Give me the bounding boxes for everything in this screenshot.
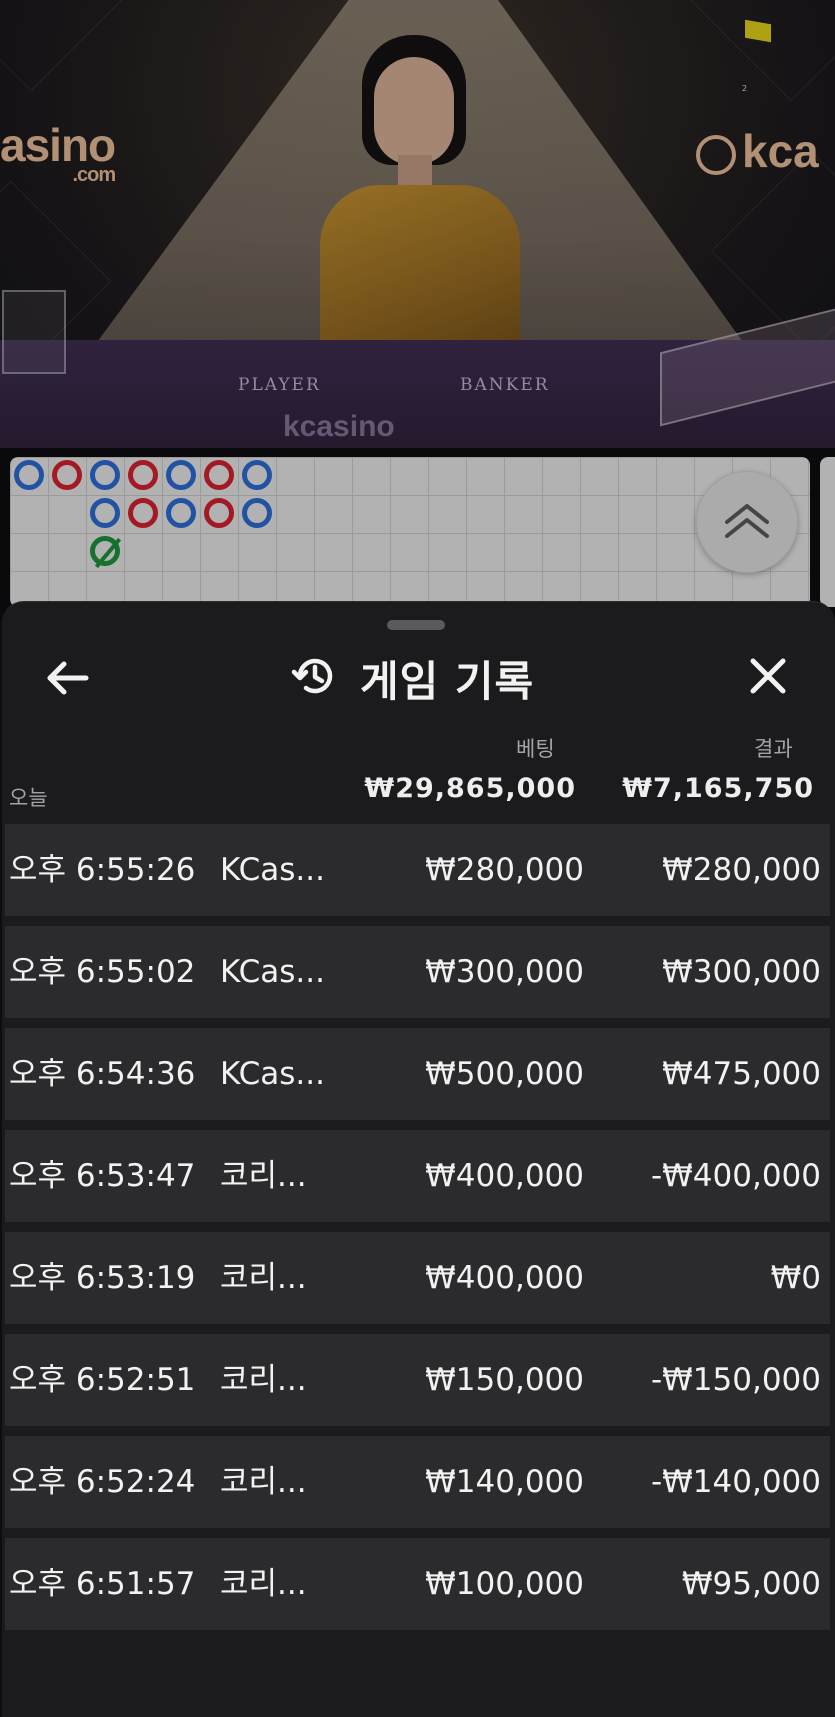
column-header-result: 결과: [754, 737, 793, 761]
row-result: -₩400,000: [650, 1158, 821, 1194]
row-time: 오후 6:55:26: [9, 852, 196, 888]
row-bet: ₩500,000: [425, 1056, 584, 1092]
row-bet: ₩300,000: [425, 954, 584, 990]
row-bet: ₩140,000: [425, 1464, 584, 1500]
backdrop-dim: [0, 0, 835, 620]
total-bet: ₩29,865,000: [364, 773, 576, 804]
history-row[interactable]: 오후 6:52:51 코리... ₩150,000 -₩150,000: [5, 1334, 830, 1426]
history-row[interactable]: 오후 6:53:47 코리... ₩400,000 -₩400,000: [5, 1130, 830, 1222]
date-group-label: 오늘: [9, 786, 48, 810]
row-result: ₩0: [770, 1260, 821, 1296]
close-icon: [748, 656, 788, 700]
row-bet: ₩400,000: [425, 1158, 584, 1194]
back-button[interactable]: [38, 650, 98, 710]
row-time: 오후 6:55:02: [9, 954, 196, 990]
history-icon: [290, 652, 338, 704]
history-row[interactable]: 오후 6:55:26 KCas... ₩280,000 ₩280,000: [5, 824, 830, 916]
row-result: ₩300,000: [662, 954, 821, 990]
row-result: -₩140,000: [650, 1464, 821, 1500]
row-game: KCas...: [220, 852, 325, 888]
row-bet: ₩150,000: [425, 1362, 584, 1398]
row-game: 코리...: [220, 1260, 307, 1296]
row-result: ₩475,000: [662, 1056, 821, 1092]
row-bet: ₩100,000: [425, 1566, 584, 1602]
close-button[interactable]: [738, 648, 798, 708]
row-game: KCas...: [220, 954, 325, 990]
sheet-title: 게임 기록: [360, 656, 535, 706]
row-time: 오후 6:53:47: [9, 1158, 196, 1194]
row-game: 코리...: [220, 1464, 307, 1500]
row-result: ₩95,000: [681, 1566, 821, 1602]
total-result: ₩7,165,750: [622, 773, 814, 804]
column-header-bet: 베팅: [516, 737, 555, 761]
row-game: 코리...: [220, 1158, 307, 1194]
row-time: 오후 6:53:19: [9, 1260, 196, 1296]
row-time: 오후 6:51:57: [9, 1566, 196, 1602]
history-row[interactable]: 오후 6:52:24 코리... ₩140,000 -₩140,000: [5, 1436, 830, 1528]
row-result: ₩280,000: [662, 852, 821, 888]
history-row[interactable]: 오후 6:54:36 KCas... ₩500,000 ₩475,000: [5, 1028, 830, 1120]
history-row[interactable]: 오후 6:55:02 KCas... ₩300,000 ₩300,000: [5, 926, 830, 1018]
game-history-screen: asino .com kca 2 PLAYER BANKER kcasino 게…: [0, 0, 835, 1717]
row-bet: ₩280,000: [425, 852, 584, 888]
row-game: 코리...: [220, 1362, 307, 1398]
sheet-drag-handle[interactable]: [387, 620, 445, 630]
row-time: 오후 6:52:51: [9, 1362, 196, 1398]
arrow-left-icon: [46, 660, 90, 700]
row-time: 오후 6:52:24: [9, 1464, 196, 1500]
row-result: -₩150,000: [650, 1362, 821, 1398]
row-bet: ₩400,000: [425, 1260, 584, 1296]
history-row[interactable]: 오후 6:51:57 코리... ₩100,000 ₩95,000: [5, 1538, 830, 1630]
history-row[interactable]: 오후 6:53:19 코리... ₩400,000 ₩0: [5, 1232, 830, 1324]
sheet-header: 게임 기록: [290, 648, 534, 708]
row-time: 오후 6:54:36: [9, 1056, 196, 1092]
row-game: KCas...: [220, 1056, 325, 1092]
row-game: 코리...: [220, 1566, 307, 1602]
